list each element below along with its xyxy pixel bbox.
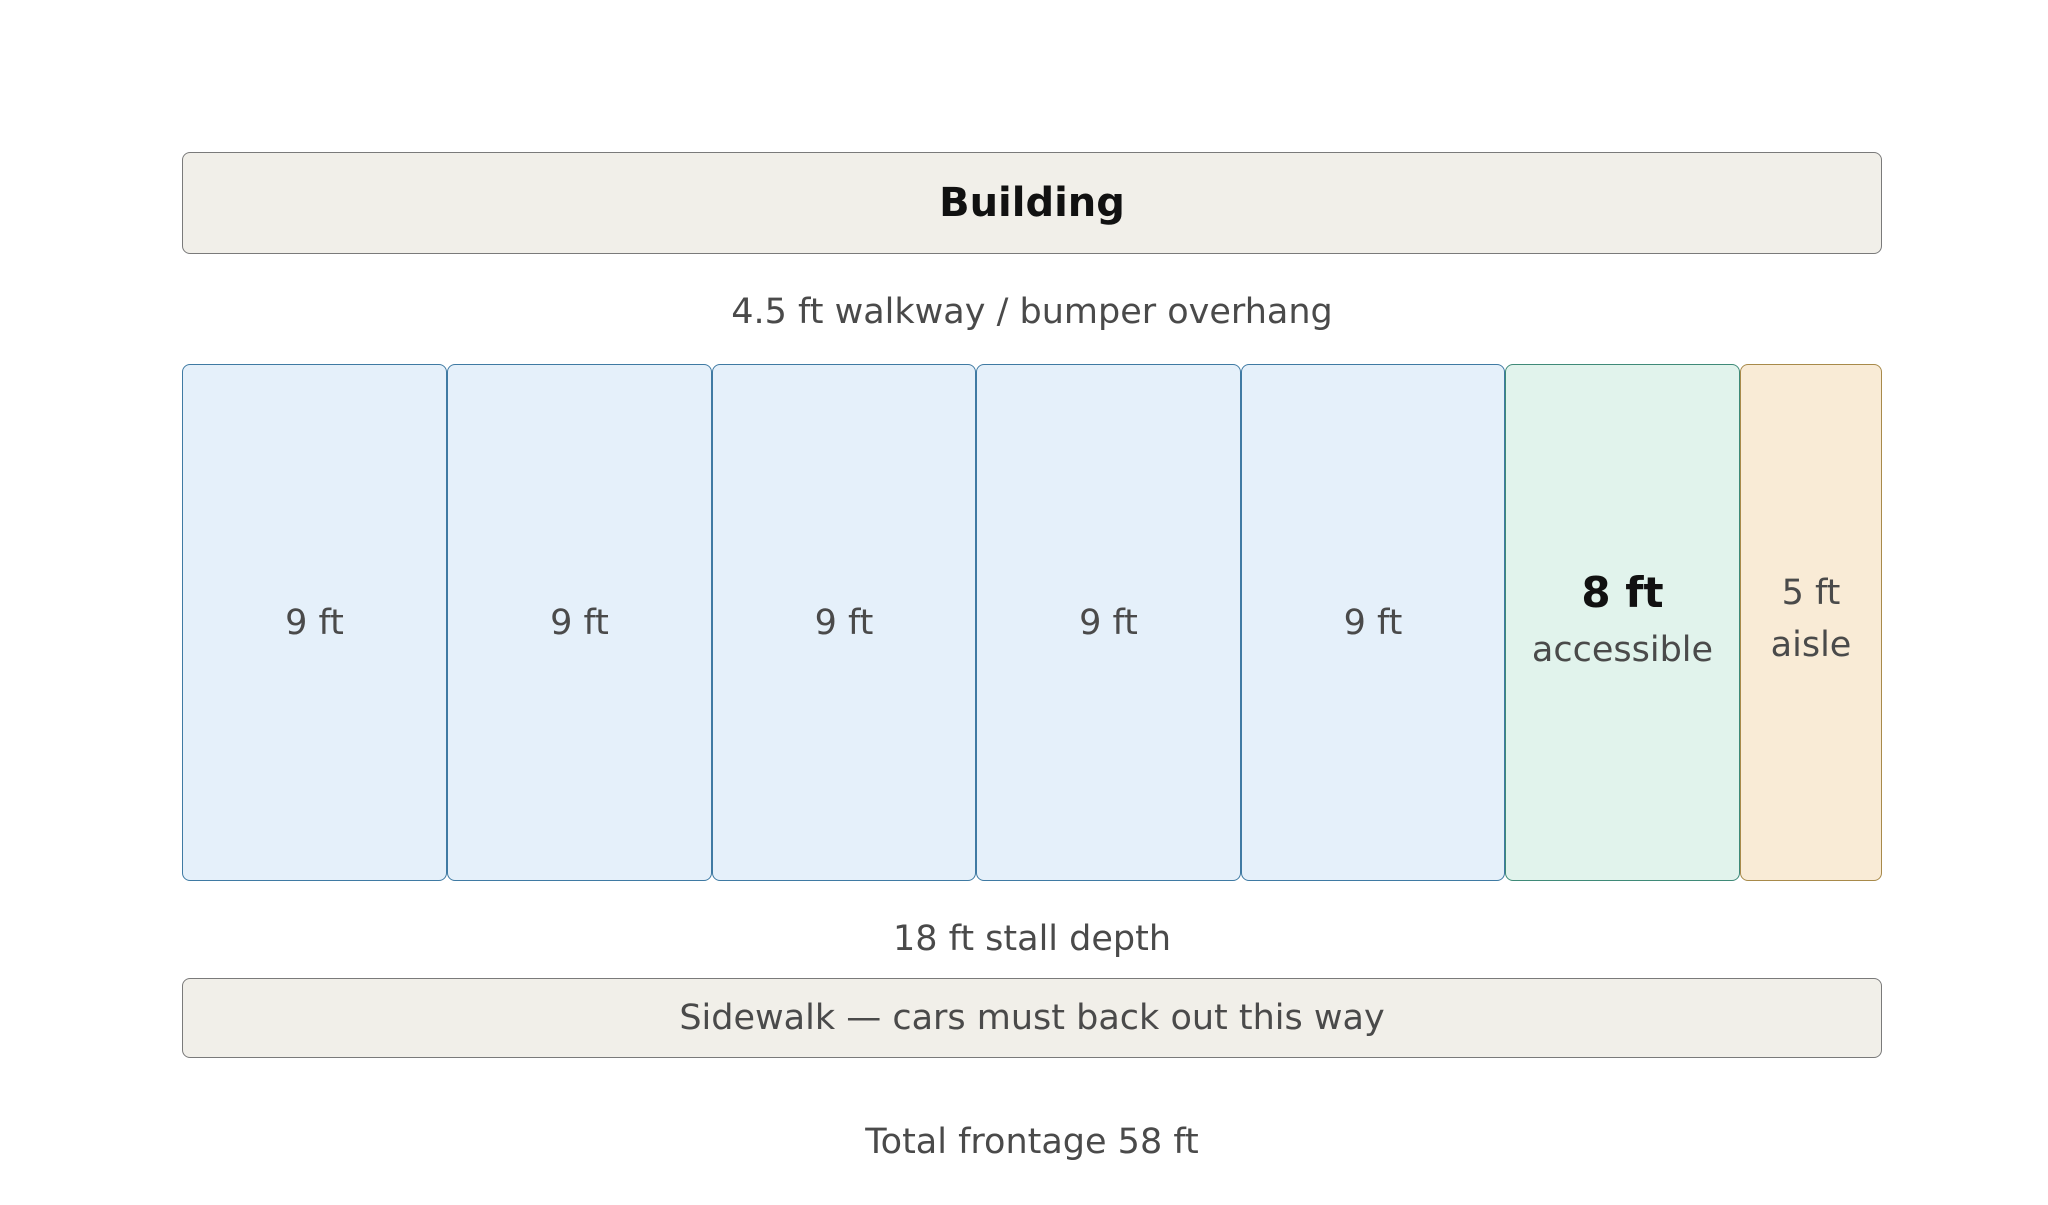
- stall-width-label: 9 ft: [1079, 602, 1138, 643]
- parking-stall-4: 9 ft: [976, 364, 1241, 881]
- accessible-stall: 8 ft accessible: [1505, 364, 1740, 881]
- sidewalk-block: Sidewalk — cars must back out this way: [182, 978, 1882, 1058]
- total-frontage-label: Total frontage 58 ft: [865, 1122, 1199, 1162]
- stall-width-label: 9 ft: [1343, 602, 1403, 643]
- stall-width-label: 9 ft: [285, 602, 344, 643]
- parking-stall-1: 9 ft: [182, 364, 447, 881]
- accessible-stall-width-label: 8 ft: [1581, 567, 1664, 617]
- parking-stalls-row: 9 ft 9 ft 9 ft 9 ft 9 ft 8 ft accessible…: [182, 364, 1882, 881]
- parking-stall-5: 9 ft: [1241, 364, 1505, 881]
- building-label: Building: [939, 180, 1125, 226]
- access-aisle: 5 ft aisle: [1740, 364, 1882, 881]
- parking-stall-2: 9 ft: [447, 364, 712, 881]
- parking-stall-3: 9 ft: [712, 364, 976, 881]
- sidewalk-label: Sidewalk — cars must back out this way: [679, 998, 1385, 1038]
- aisle-sublabel: aisle: [1770, 624, 1852, 665]
- stall-width-label: 9 ft: [814, 602, 874, 643]
- accessible-stall-sublabel: accessible: [1531, 629, 1714, 670]
- building-block: Building: [182, 152, 1882, 254]
- stall-depth-label: 18 ft stall depth: [892, 919, 1172, 959]
- walkway-label: 4.5 ft walkway / bumper overhang: [731, 292, 1333, 332]
- stall-width-label: 9 ft: [550, 602, 609, 643]
- aisle-width-label: 5 ft: [1781, 572, 1841, 613]
